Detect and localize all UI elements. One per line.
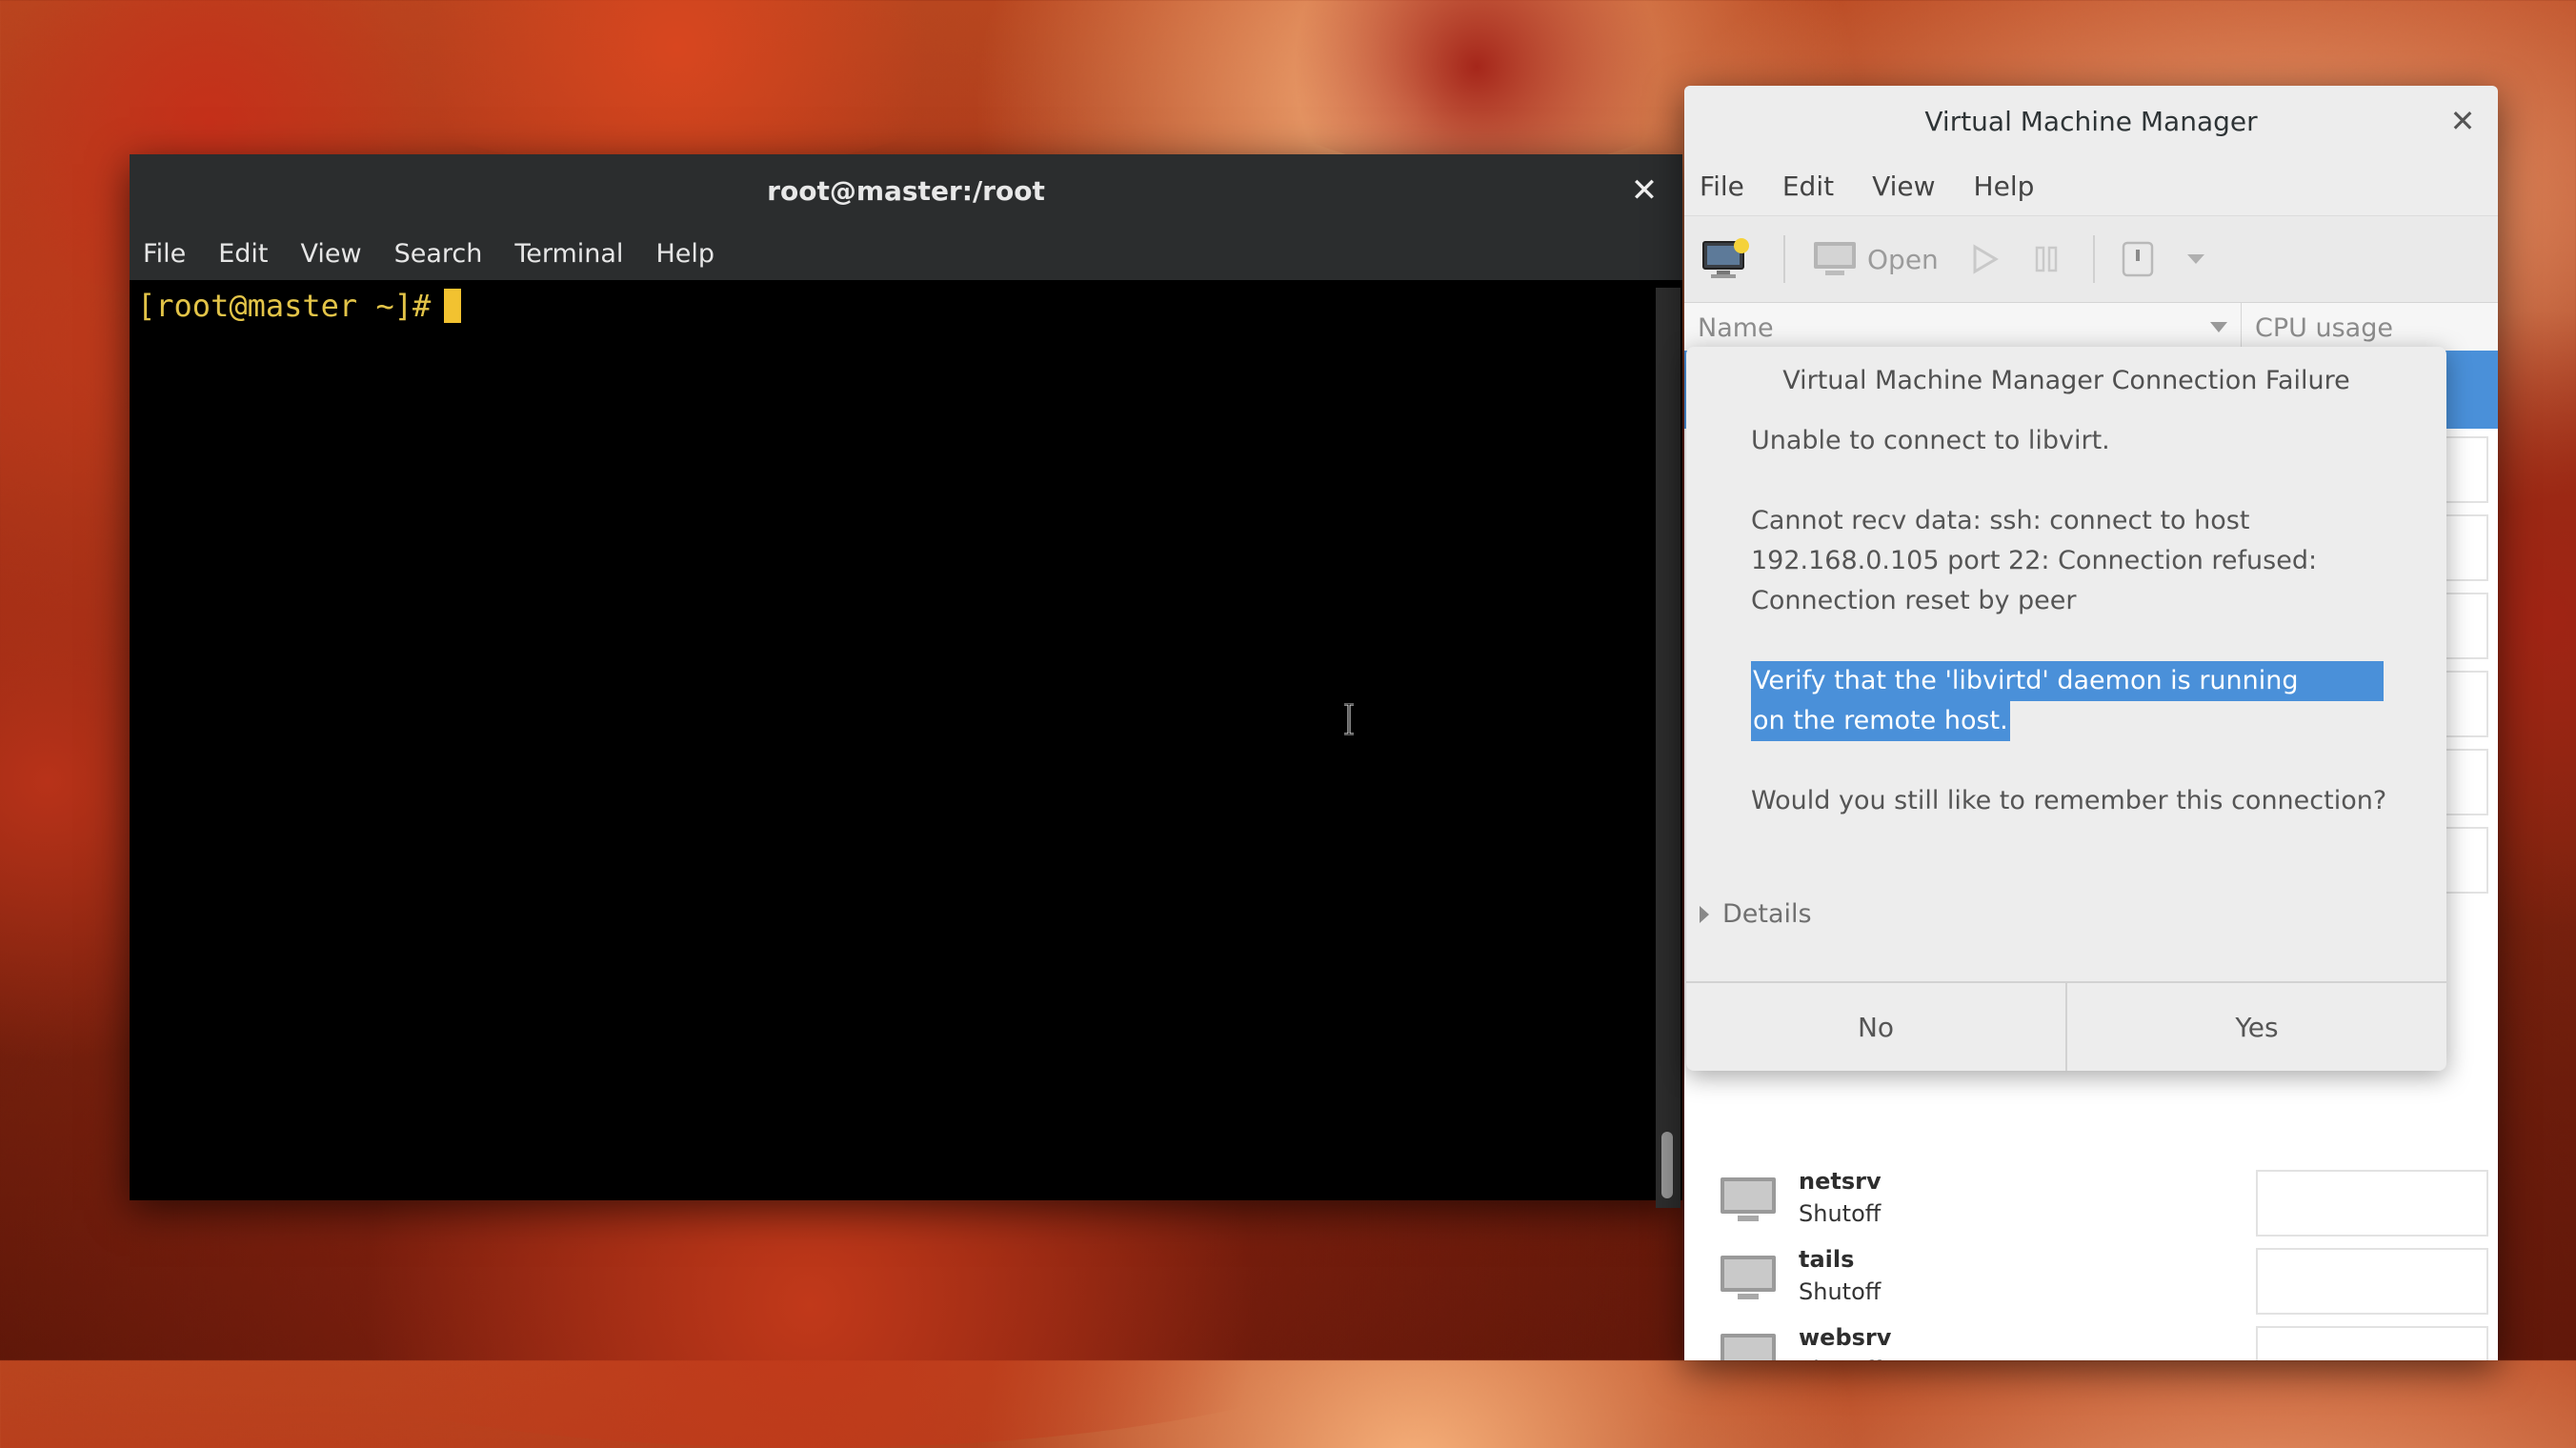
play-icon: [1973, 244, 1999, 274]
expander-arrow-icon: [1700, 905, 1709, 923]
shutdown-menu-button[interactable]: [2186, 252, 2205, 266]
vmm-menu-view[interactable]: View: [1872, 171, 1935, 202]
vmm-menu-file[interactable]: File: [1700, 171, 1744, 202]
terminal-window[interactable]: root@master:/root ✕ File Edit View Searc…: [130, 154, 1682, 1208]
vmm-menubar: File Edit View Help: [1684, 156, 2498, 215]
terminal-prompt-line: [root@master ~]#: [137, 288, 1682, 324]
open-button[interactable]: Open: [1812, 240, 1939, 278]
cpu-usage-graph: [2256, 1248, 2488, 1315]
column-cpu-label: CPU usage: [2255, 312, 2393, 343]
dialog-message-2: Cannot recv data: ssh: connect to host 1…: [1751, 501, 2418, 621]
vm-row-tails[interactable]: tails Shutoff: [1684, 1240, 2498, 1318]
terminal-menu-terminal[interactable]: Terminal: [514, 239, 623, 269]
vmm-titlebar[interactable]: Virtual Machine Manager ✕: [1684, 86, 2498, 156]
shutdown-button[interactable]: [2122, 241, 2154, 277]
details-label: Details: [1722, 899, 1812, 929]
selected-text-line[interactable]: on the remote host.: [1751, 701, 2010, 741]
column-name-label: Name: [1698, 312, 1774, 343]
toolbar-separator: [1783, 235, 1785, 283]
no-button[interactable]: No: [1686, 983, 2065, 1071]
cpu-usage-graph: [2256, 1326, 2488, 1360]
terminal-titlebar[interactable]: root@master:/root ✕: [130, 154, 1682, 227]
vm-state: Shutoff: [1799, 1357, 1881, 1360]
vm-name: websrv: [1799, 1324, 1892, 1351]
dialog-line: 192.168.0.105 port 22: Connection refuse…: [1751, 546, 2318, 575]
vmm-menu-help[interactable]: Help: [1974, 171, 2035, 202]
connection-failure-dialog[interactable]: Virtual Machine Manager Connection Failu…: [1686, 347, 2446, 1071]
vmm-menu-edit[interactable]: Edit: [1782, 171, 1834, 202]
terminal-menu-view[interactable]: View: [300, 239, 361, 269]
pause-icon: [2035, 246, 2058, 272]
close-icon[interactable]: ✕: [2445, 103, 2481, 139]
selected-text-line[interactable]: Verify that the 'libvirtd' daemon is run…: [1751, 661, 2384, 701]
run-button[interactable]: [1971, 244, 2000, 274]
dialog-question: Would you still like to remember this co…: [1751, 781, 2418, 821]
pause-button[interactable]: [2032, 244, 2061, 274]
vm-monitor-icon: [1721, 1177, 1776, 1221]
vmm-toolbar: Open: [1684, 215, 2498, 303]
terminal-scrollbar[interactable]: [1656, 288, 1680, 1208]
dialog-line: Unable to connect to libvirt.: [1751, 426, 2110, 455]
scrollbar-thumb[interactable]: [1661, 1132, 1673, 1198]
toolbar-separator: [2092, 235, 2095, 283]
column-header-name[interactable]: Name: [1684, 303, 2242, 352]
dialog-message-1: Unable to connect to libvirt.: [1751, 421, 2418, 461]
power-icon: [2122, 241, 2154, 277]
column-header-cpu[interactable]: CPU usage: [2242, 313, 2393, 343]
terminal-menu-edit[interactable]: Edit: [218, 239, 268, 269]
wallpaper-foliage: [1238, 0, 1715, 171]
terminal-content[interactable]: [root@master ~]#: [130, 288, 1682, 1208]
vm-monitor-icon: [1721, 1334, 1776, 1360]
close-icon[interactable]: ✕: [1625, 171, 1663, 210]
dialog-button-bar: No Yes: [1686, 981, 2446, 1071]
new-vm-button[interactable]: [1701, 238, 1751, 280]
vm-state: Shutoff: [1799, 1200, 1882, 1227]
vm-row-netsrv[interactable]: netsrv Shutoff: [1684, 1162, 2498, 1240]
vm-row-websrv[interactable]: websrv Shutoff: [1684, 1318, 2498, 1360]
dialog-line: Cannot recv data: ssh: connect to host: [1751, 506, 2250, 535]
vm-monitor-icon: [1721, 1256, 1776, 1299]
terminal-menubar: File Edit View Search Terminal Help: [130, 227, 1682, 280]
terminal-menu-file[interactable]: File: [143, 239, 186, 269]
vm-name: netsrv: [1799, 1168, 1882, 1195]
chevron-down-icon: [2186, 254, 2204, 264]
vm-name: tails: [1799, 1246, 1855, 1273]
details-expander[interactable]: Details: [1700, 899, 1812, 929]
terminal-prompt: [root@master ~]#: [137, 288, 432, 324]
cpu-usage-graph: [2256, 1170, 2488, 1237]
text-cursor: [444, 289, 462, 323]
dialog-message-3[interactable]: Verify that the 'libvirtd' daemon is run…: [1751, 661, 2418, 741]
yes-button[interactable]: Yes: [2065, 983, 2446, 1071]
ibeam-cursor-icon: [1344, 703, 1354, 735]
dialog-line: Would you still like to remember this co…: [1751, 786, 2387, 815]
vm-state: Shutoff: [1799, 1278, 1882, 1305]
terminal-menu-help[interactable]: Help: [655, 239, 714, 269]
dialog-title: Virtual Machine Manager Connection Failu…: [1782, 366, 2350, 395]
vmm-title: Virtual Machine Manager: [1924, 105, 2258, 137]
dialog-line: Connection reset by peer: [1751, 586, 2077, 615]
sort-arrow-icon: [2210, 322, 2227, 332]
terminal-menu-search[interactable]: Search: [394, 239, 483, 269]
open-label: Open: [1867, 243, 1939, 275]
terminal-title: root@master:/root: [767, 174, 1045, 207]
monitor-icon: [1814, 242, 1856, 275]
new-vm-icon: [1702, 238, 1749, 278]
